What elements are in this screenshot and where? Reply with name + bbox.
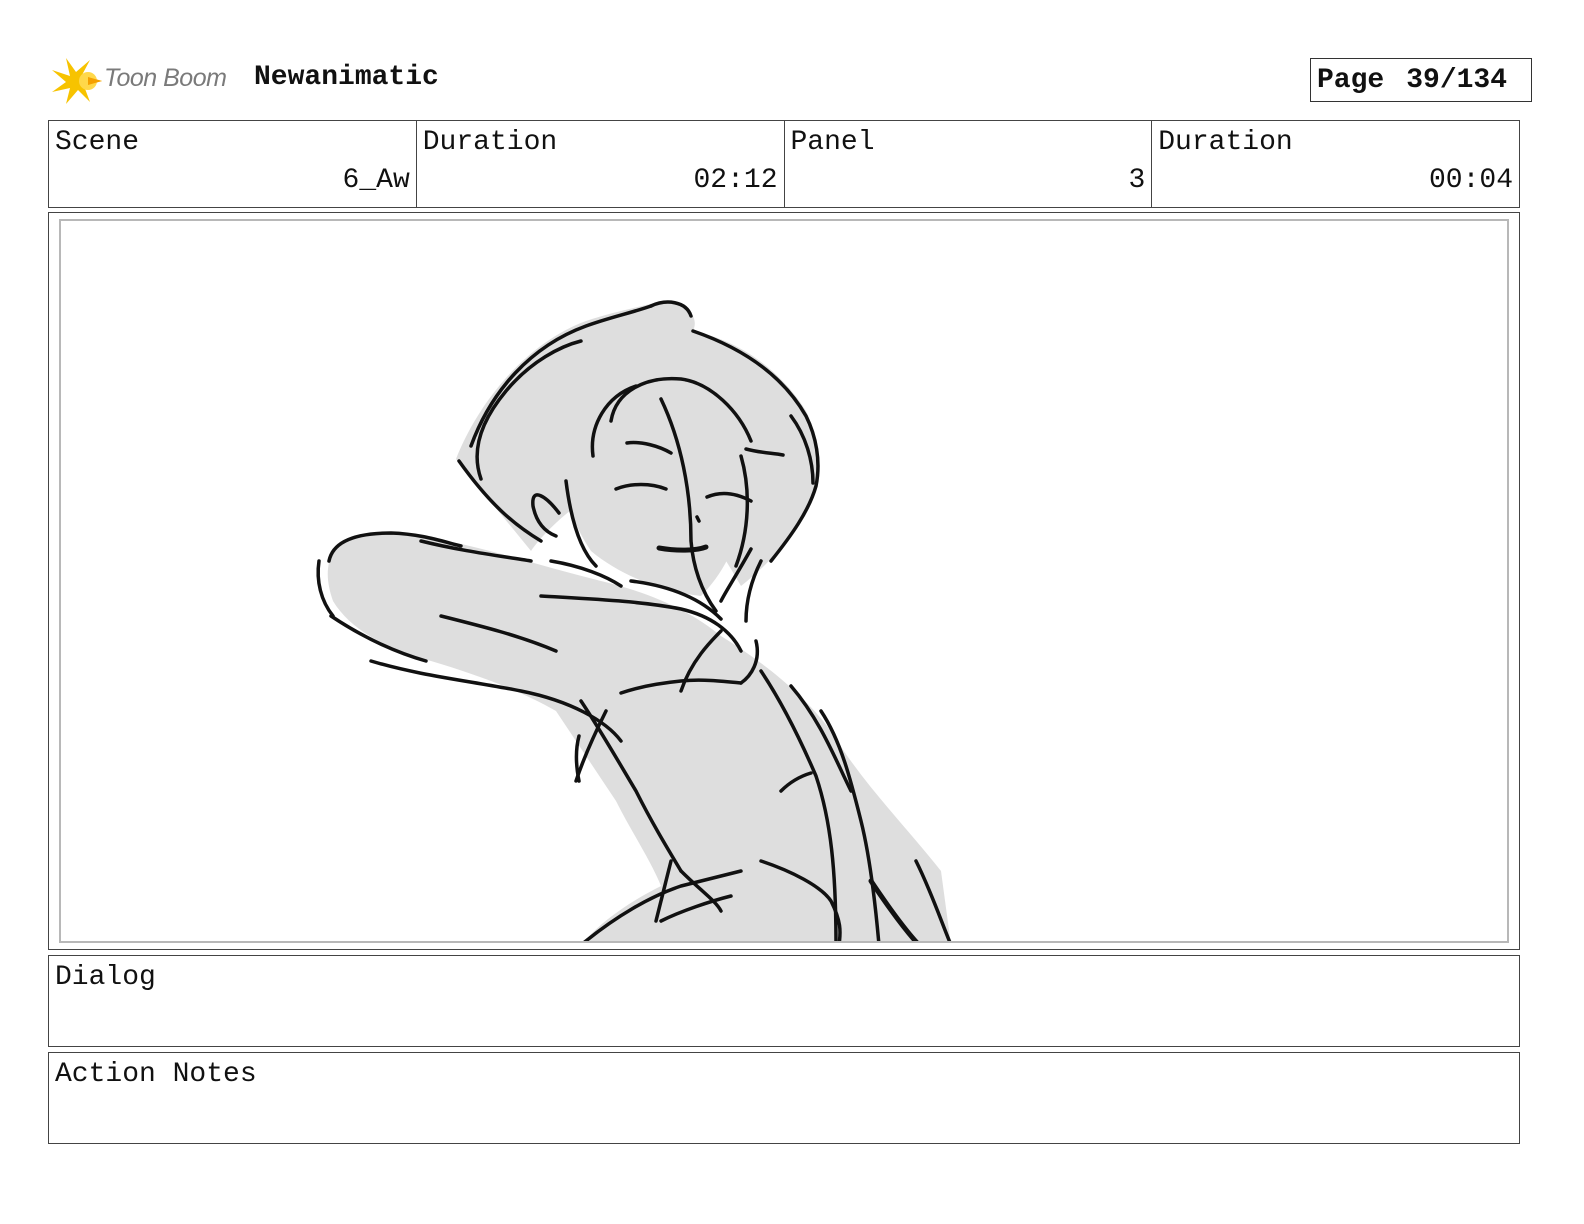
scene-label: Scene	[55, 127, 140, 158]
scene-duration-label: Duration	[422, 127, 558, 158]
panel-cell: Panel 3	[785, 121, 1153, 207]
scene-cell: Scene 6_Aw	[49, 121, 417, 207]
scene-duration-cell: Duration 02:12	[417, 121, 785, 207]
character-sketch	[316, 300, 952, 941]
scene-value: 6_Aw	[342, 165, 410, 196]
toon-boom-logo: Toon Boom	[52, 58, 242, 104]
project-title: Newanimatic	[254, 62, 439, 93]
panel-label: Panel	[790, 127, 875, 158]
panel-image-area	[59, 219, 1509, 943]
panel-info-row: Scene 6_Aw Duration 02:12 Panel 3 Durati…	[48, 120, 1520, 208]
panel-value: 3	[1128, 165, 1146, 196]
dialog-box: Dialog	[48, 955, 1520, 1047]
panel-duration-value: 00:04	[1428, 165, 1513, 196]
dialog-label: Dialog	[55, 962, 156, 993]
panel-duration-label: Duration	[1158, 127, 1293, 158]
page-label: Page	[1317, 64, 1385, 96]
scene-duration-value: 02:12	[693, 165, 778, 196]
page-number: 39/134	[1406, 64, 1508, 96]
storyboard-panel	[48, 212, 1520, 950]
starburst-icon	[52, 58, 102, 104]
action-notes-label: Action Notes	[55, 1059, 257, 1090]
action-notes-box: Action Notes	[48, 1052, 1520, 1144]
panel-duration-cell: Duration 00:04	[1152, 121, 1519, 207]
page-header: Toon Boom Newanimatic Page 39/134	[52, 56, 1532, 104]
page-indicator: Page 39/134	[1310, 58, 1532, 102]
logo-wordmark: Toon Boom	[104, 64, 227, 92]
